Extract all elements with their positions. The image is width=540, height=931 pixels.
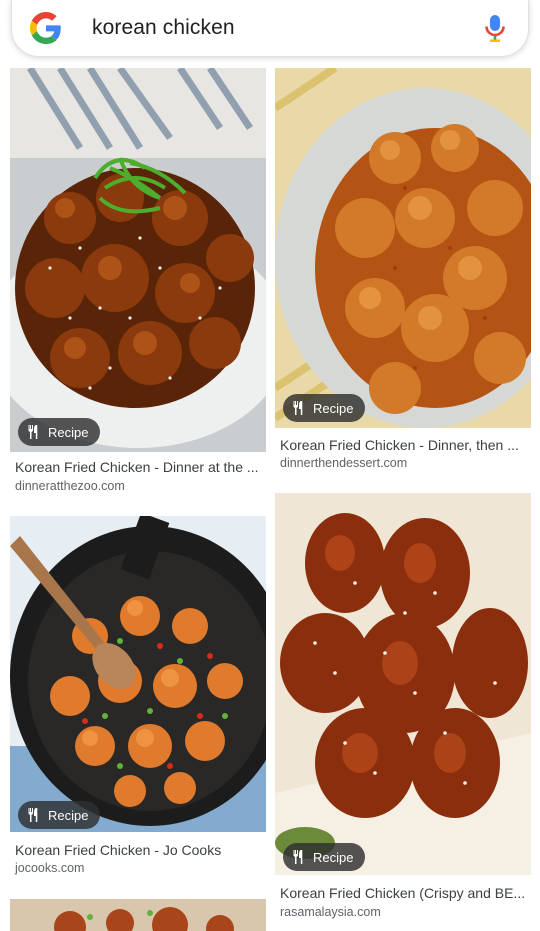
result-title[interactable]: Korean Fried Chicken (Crispy and BE... — [280, 885, 530, 901]
recipe-badge: Recipe — [283, 394, 366, 422]
result-domain[interactable]: dinneratthezoo.com — [15, 479, 125, 493]
recipe-badge: Recipe — [18, 418, 101, 446]
result-title[interactable]: Korean Fried Chicken - Dinner at the ... — [15, 459, 265, 475]
fork-knife-icon — [293, 850, 303, 864]
result-thumbnail[interactable]: Recipe — [10, 516, 266, 832]
fork-knife-icon — [293, 401, 303, 415]
search-input[interactable]: korean chicken — [92, 16, 235, 40]
image-result-card[interactable]: Recipe Korean Fried Chicken - Jo Cooks j… — [10, 516, 266, 881]
image-result-card[interactable]: Recipe Korean Fried Chicken - Dinner at … — [10, 68, 266, 498]
result-thumbnail[interactable]: Recipe — [275, 493, 531, 875]
image-result-card[interactable]: Recipe Korean Fried Chicken - Dinner, th… — [275, 68, 531, 478]
fork-knife-icon — [28, 425, 38, 439]
result-domain[interactable]: dinnerthendessert.com — [280, 456, 407, 470]
fork-knife-icon — [28, 808, 38, 822]
image-result-card[interactable] — [10, 899, 266, 931]
result-title[interactable]: Korean Fried Chicken - Jo Cooks — [15, 842, 265, 858]
result-thumbnail[interactable] — [10, 899, 266, 931]
search-bar[interactable]: korean chicken — [11, 0, 529, 57]
recipe-badge: Recipe — [283, 843, 366, 871]
result-title[interactable]: Korean Fried Chicken - Dinner, then ... — [280, 437, 530, 453]
recipe-badge-label: Recipe — [313, 400, 354, 416]
recipe-badge: Recipe — [18, 801, 101, 829]
google-logo-icon[interactable] — [30, 12, 62, 44]
image-result-card[interactable]: Recipe Korean Fried Chicken (Crispy and … — [275, 493, 531, 923]
result-thumbnail[interactable]: Recipe — [275, 68, 531, 428]
recipe-badge-label: Recipe — [313, 849, 354, 865]
recipe-badge-label: Recipe — [48, 807, 89, 823]
result-thumbnail[interactable]: Recipe — [10, 68, 266, 452]
result-domain[interactable]: jocooks.com — [15, 861, 84, 875]
microphone-icon[interactable] — [484, 14, 506, 42]
recipe-badge-label: Recipe — [48, 424, 89, 440]
result-domain[interactable]: rasamalaysia.com — [280, 905, 381, 919]
